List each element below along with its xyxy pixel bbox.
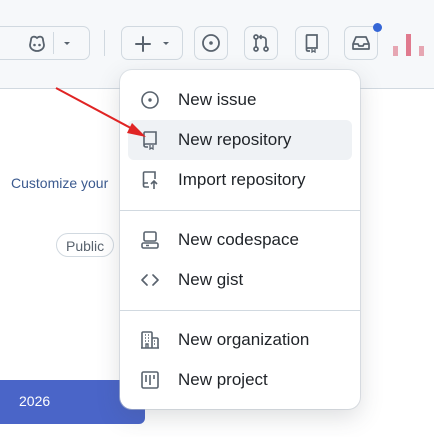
menu-divider [120,310,360,311]
chevron-down-icon [160,37,172,49]
copilot-button[interactable] [0,26,90,60]
create-new-menu: New issue New repository Import reposito… [120,70,360,409]
menu-divider [120,210,360,211]
menu-item-new-repository[interactable]: New repository [128,120,352,160]
pull-requests-button[interactable] [244,26,278,60]
git-pull-request-icon [251,33,271,53]
header-divider [104,30,105,56]
issue-opened-icon [201,33,221,53]
code-icon [140,270,160,290]
menu-item-new-gist[interactable]: New gist [128,260,352,300]
menu-item-label: New issue [178,90,257,109]
menu-item-new-codespace[interactable]: New codespace [128,220,352,260]
issue-opened-icon [140,90,160,110]
menu-item-new-project[interactable]: New project [128,360,352,400]
create-new-button[interactable] [121,26,183,60]
chevron-down-icon [61,37,73,49]
organization-icon [140,330,160,350]
visibility-badge: Public [56,233,115,257]
repositories-button[interactable] [295,26,329,60]
inbox-button[interactable] [344,26,378,60]
issues-button[interactable] [194,26,228,60]
menu-item-label: New organization [178,330,310,349]
repo-icon [140,130,160,150]
menu-item-label: New gist [178,270,244,289]
codespaces-icon [140,230,160,250]
customize-link[interactable]: Customize your [11,175,108,191]
inbox-icon [351,33,371,53]
repo-icon [302,33,322,53]
year-label: 2026 [19,393,51,409]
menu-item-label: Import repository [178,170,306,189]
menu-item-new-organization[interactable]: New organization [128,320,352,360]
menu-item-new-issue[interactable]: New issue [128,80,352,120]
button-divider [53,32,54,54]
menu-item-label: New codespace [178,230,299,249]
menu-item-import-repository[interactable]: Import repository [128,160,352,200]
menu-item-label: New project [178,370,268,389]
notification-dot [373,23,382,32]
repo-push-icon [140,170,160,190]
avatar[interactable] [393,32,429,56]
menu-item-label: New repository [178,130,292,149]
plus-icon [134,35,152,53]
project-icon [140,370,160,390]
copilot-icon [27,34,47,52]
